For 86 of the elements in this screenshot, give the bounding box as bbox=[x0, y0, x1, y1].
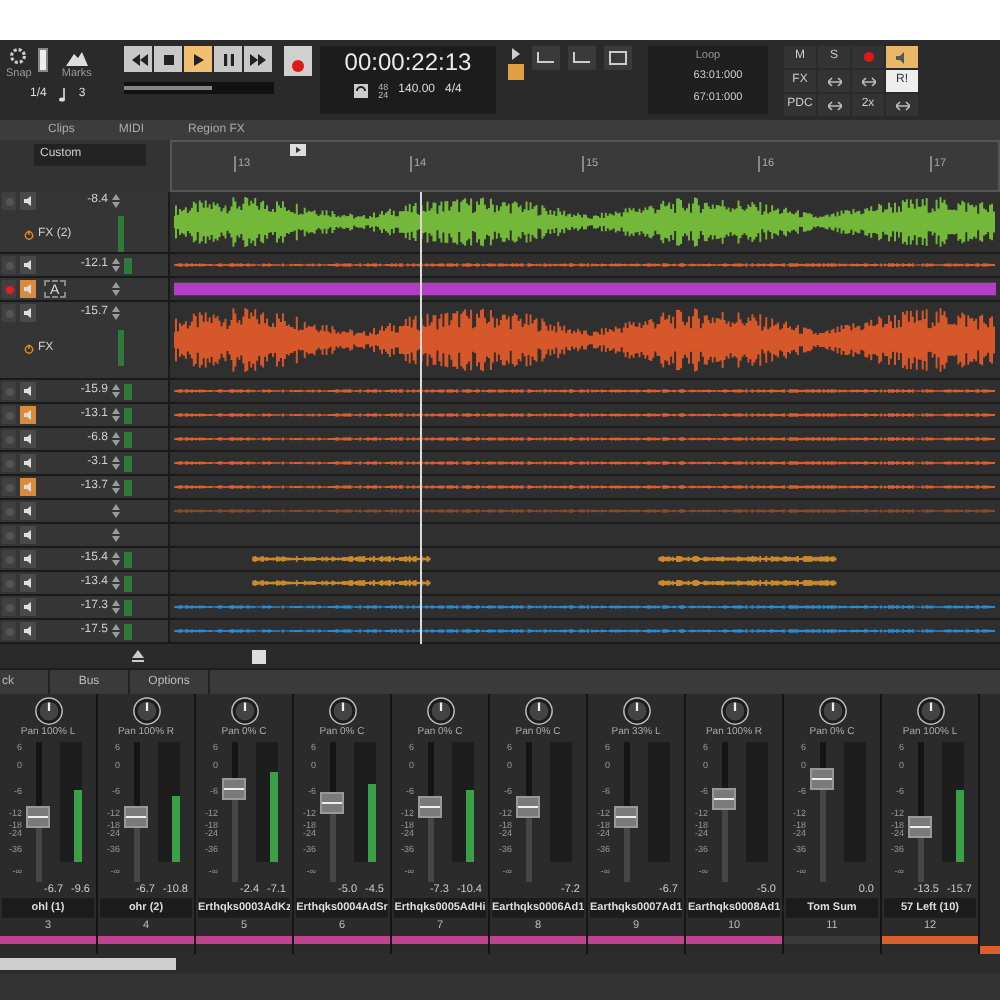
speaker-button[interactable] bbox=[886, 46, 918, 68]
forward-icon bbox=[248, 51, 268, 67]
fader-handle[interactable] bbox=[810, 767, 834, 790]
speaker-button[interactable] bbox=[20, 192, 36, 210]
fader-handle[interactable] bbox=[124, 805, 148, 828]
settings-icon[interactable] bbox=[8, 46, 29, 66]
rewind-button[interactable] bbox=[124, 46, 152, 72]
speaker-button[interactable] bbox=[20, 304, 36, 322]
spin-arrows-icon[interactable] bbox=[112, 408, 120, 422]
fader-handle[interactable] bbox=[712, 788, 736, 811]
scrollbar-thumb[interactable] bbox=[0, 958, 176, 970]
pan-knob[interactable] bbox=[229, 696, 259, 726]
tool-icon[interactable] bbox=[532, 46, 560, 70]
toggle-switch[interactable] bbox=[37, 48, 48, 72]
scrub-slider[interactable] bbox=[124, 82, 274, 94]
spin-arrows-icon[interactable] bbox=[112, 194, 120, 208]
pan-knob[interactable] bbox=[621, 696, 651, 726]
pan-knob[interactable] bbox=[915, 696, 945, 726]
arrows-icon bbox=[827, 75, 841, 87]
forward-button[interactable] bbox=[244, 46, 272, 72]
fader-handle[interactable] bbox=[222, 777, 246, 800]
arrows-icon bbox=[827, 99, 841, 111]
pan-knob[interactable] bbox=[523, 696, 553, 726]
fader-handle[interactable] bbox=[320, 791, 344, 814]
play-icon bbox=[188, 51, 208, 67]
scroll-thumb[interactable] bbox=[252, 649, 266, 663]
pan-knob[interactable] bbox=[719, 696, 749, 726]
tool-icon[interactable] bbox=[568, 46, 596, 70]
spin-arrows-icon[interactable] bbox=[112, 576, 120, 590]
stop-button[interactable] bbox=[154, 46, 182, 72]
play-icon[interactable] bbox=[508, 46, 524, 62]
fader-handle[interactable] bbox=[26, 805, 50, 828]
spin-arrows-icon[interactable] bbox=[112, 432, 120, 446]
speaker-button[interactable] bbox=[20, 598, 36, 616]
fader-handle[interactable] bbox=[516, 796, 540, 819]
spin-arrows-icon[interactable] bbox=[112, 504, 120, 518]
speaker-button[interactable] bbox=[20, 622, 36, 640]
speaker-button[interactable] bbox=[20, 256, 36, 274]
speaker-icon bbox=[895, 51, 909, 63]
spin-arrows-icon[interactable] bbox=[112, 456, 120, 470]
speaker-button[interactable] bbox=[20, 382, 36, 400]
spin-arrows-icon[interactable] bbox=[112, 528, 120, 542]
fader-handle[interactable] bbox=[418, 796, 442, 819]
speaker-button[interactable] bbox=[20, 574, 36, 592]
note-icon[interactable] bbox=[58, 88, 67, 103]
tool-button[interactable] bbox=[852, 70, 884, 92]
pan-knob[interactable] bbox=[327, 696, 357, 726]
spin-arrows-icon[interactable] bbox=[112, 624, 120, 638]
stop-icon bbox=[158, 51, 178, 67]
level-meter bbox=[124, 257, 132, 273]
spin-arrows-icon[interactable] bbox=[112, 282, 120, 296]
fader-handle[interactable] bbox=[614, 805, 638, 828]
time-counter: 00:00:22:13 bbox=[344, 46, 472, 78]
speaker-button[interactable] bbox=[20, 550, 36, 568]
sync-icon[interactable] bbox=[354, 84, 369, 98]
pan-knob[interactable] bbox=[131, 696, 161, 726]
speaker-button[interactable] bbox=[20, 454, 36, 472]
speaker-button[interactable] bbox=[20, 526, 36, 544]
pan-knob[interactable] bbox=[425, 696, 455, 726]
spin-arrows-icon[interactable] bbox=[112, 600, 120, 614]
play-button[interactable] bbox=[184, 46, 212, 72]
track-meter bbox=[118, 330, 124, 366]
pan-knob[interactable] bbox=[33, 696, 63, 726]
tool-button[interactable] bbox=[818, 94, 850, 116]
playhead-marker-icon[interactable] bbox=[290, 144, 306, 156]
pause-button[interactable] bbox=[214, 46, 242, 72]
spin-arrows-icon[interactable] bbox=[112, 480, 120, 494]
speaker-button[interactable] bbox=[20, 502, 36, 520]
rewind-icon bbox=[128, 51, 148, 67]
arrows-icon bbox=[861, 75, 875, 87]
speaker-button[interactable] bbox=[20, 430, 36, 448]
track-meter bbox=[118, 216, 124, 252]
record-button[interactable] bbox=[284, 46, 312, 76]
pause-icon bbox=[218, 51, 238, 67]
eject-icon[interactable] bbox=[130, 648, 146, 664]
arrows-icon bbox=[895, 99, 909, 111]
spin-arrows-icon[interactable] bbox=[112, 258, 120, 272]
power-icon[interactable] bbox=[24, 229, 34, 239]
tool-button[interactable] bbox=[818, 70, 850, 92]
power-icon[interactable] bbox=[24, 343, 34, 353]
spin-arrows-icon[interactable] bbox=[112, 306, 120, 320]
spin-arrows-icon[interactable] bbox=[112, 552, 120, 566]
spin-arrows-icon[interactable] bbox=[112, 384, 120, 398]
fader-handle[interactable] bbox=[908, 816, 932, 839]
pan-knob[interactable] bbox=[817, 696, 847, 726]
tool-button[interactable] bbox=[886, 94, 918, 116]
